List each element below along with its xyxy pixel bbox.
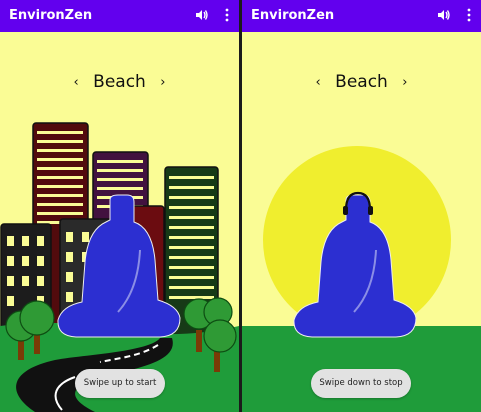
chevron-right-icon[interactable]: › — [151, 75, 174, 90]
volume-icon[interactable] — [437, 8, 451, 22]
scene-selector: ‹ Beach › — [242, 72, 481, 96]
screen-beach: EnvironZen ‹ Beach › Swipe down to stop — [242, 0, 481, 412]
screen-city: EnvironZen ‹ Beach › Swipe up to start — [0, 0, 239, 412]
swipe-hint[interactable]: Swipe up to start — [75, 369, 165, 398]
city-illustration — [0, 122, 239, 412]
chevron-left-icon[interactable]: ‹ — [65, 75, 88, 90]
app-bar: EnvironZen — [242, 0, 481, 32]
sun-illustration — [242, 146, 481, 412]
chevron-left-icon[interactable]: ‹ — [307, 75, 330, 90]
more-vert-icon[interactable] — [466, 8, 472, 22]
app-title: EnvironZen — [251, 8, 335, 23]
scene-selector: ‹ Beach › — [0, 72, 239, 96]
app-bar: EnvironZen — [0, 0, 239, 32]
app-title: EnvironZen — [9, 8, 93, 23]
volume-icon[interactable] — [195, 8, 209, 22]
more-vert-icon[interactable] — [224, 8, 230, 22]
swipe-hint[interactable]: Swipe down to stop — [311, 369, 411, 398]
scene-name: Beach — [335, 72, 388, 92]
scene-name: Beach — [93, 72, 146, 92]
chevron-right-icon[interactable]: › — [393, 75, 416, 90]
